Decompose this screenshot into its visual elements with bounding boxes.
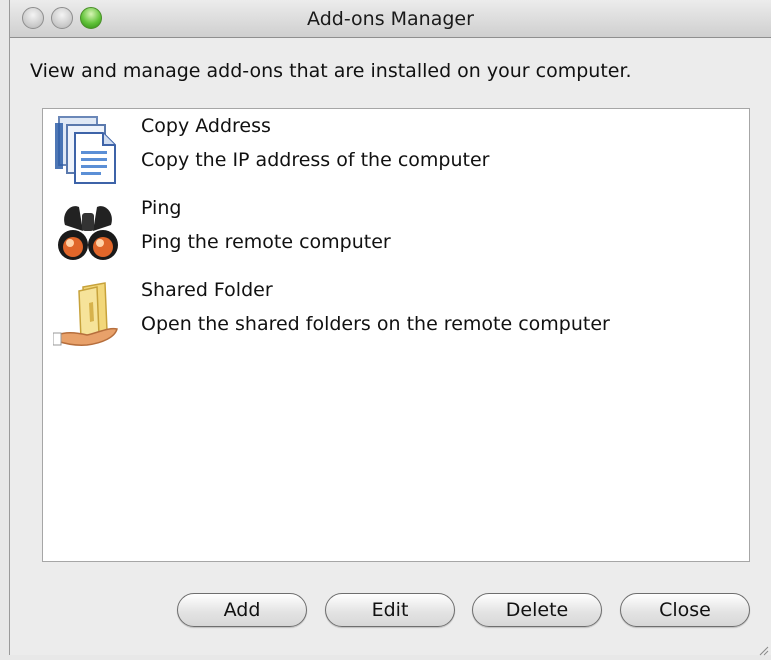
addon-item-shared-folder[interactable]: Shared Folder Open the shared folders on… [43, 275, 749, 355]
addon-name: Shared Folder [141, 279, 273, 301]
shared-folder-hand-icon [52, 277, 123, 349]
addon-item-copy-address[interactable]: Copy Address Copy the IP address of the … [43, 111, 749, 191]
addon-description: Ping the remote computer [141, 231, 391, 253]
close-button[interactable]: Close [620, 593, 750, 627]
addon-name: Copy Address [141, 115, 271, 137]
document-copy-icon [53, 113, 123, 185]
addon-description: Open the shared folders on the remote co… [141, 313, 610, 335]
title-bar[interactable]: Add-ons Manager [10, 0, 771, 38]
window-title: Add-ons Manager [307, 8, 474, 30]
add-button[interactable]: Add [177, 593, 307, 627]
addons-manager-window: Add-ons Manager View and manage add-ons … [9, 0, 771, 656]
delete-button[interactable]: Delete [472, 593, 602, 627]
addon-name: Ping [141, 197, 182, 219]
header-description: View and manage add-ons that are install… [30, 60, 632, 82]
binoculars-icon [53, 195, 123, 267]
edit-button[interactable]: Edit [325, 593, 455, 627]
addon-item-ping[interactable]: Ping Ping the remote computer [43, 193, 749, 273]
addons-list[interactable]: Copy Address Copy the IP address of the … [42, 108, 750, 562]
addon-description: Copy the IP address of the computer [141, 149, 490, 171]
resize-grip-icon[interactable] [757, 641, 769, 656]
